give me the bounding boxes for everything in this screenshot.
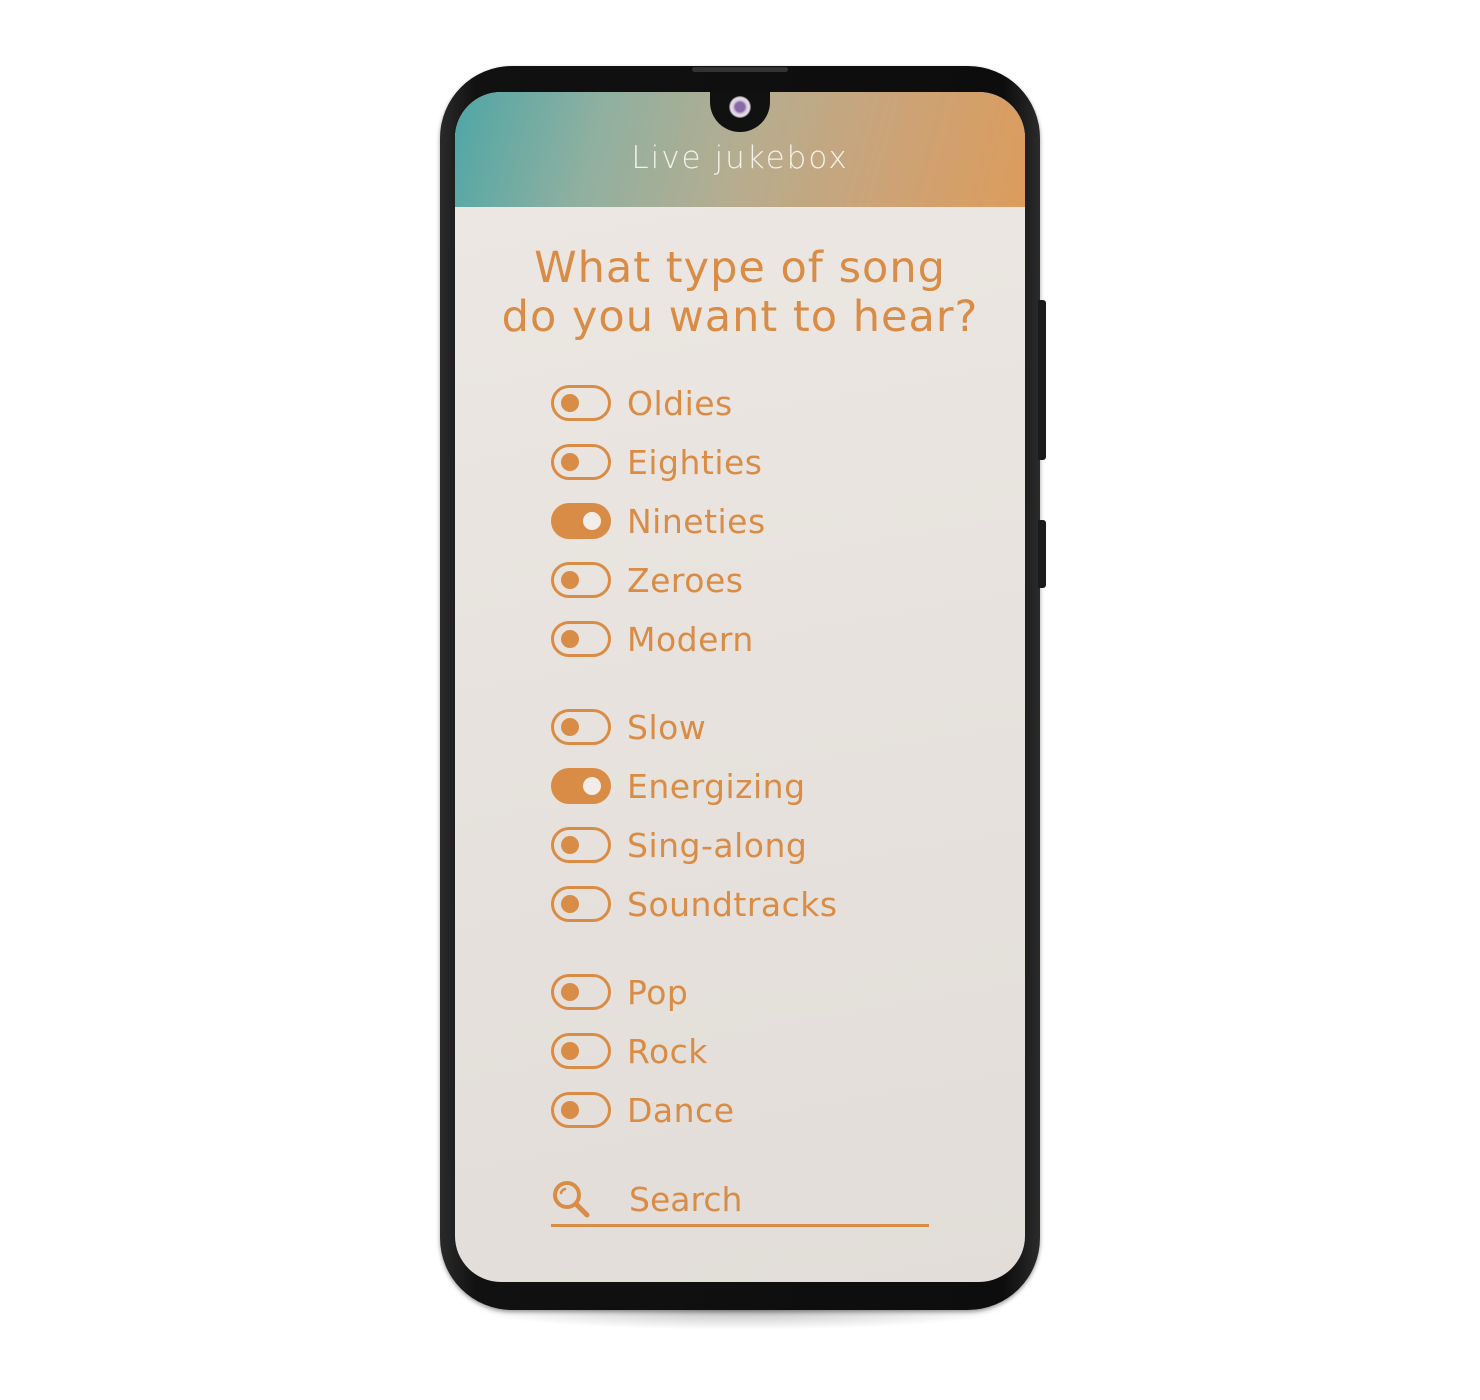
option-dance[interactable]: Dance: [551, 1090, 735, 1130]
toggle-switch[interactable]: [551, 974, 611, 1010]
volume-button: [1038, 300, 1046, 460]
option-modern[interactable]: Modern: [551, 619, 754, 659]
option-label: Sing-along: [627, 825, 808, 865]
toggle-switch[interactable]: [551, 768, 611, 804]
toggle-knob: [561, 571, 579, 589]
option-zeroes[interactable]: Zeroes: [551, 560, 743, 600]
toggle-knob: [561, 394, 579, 412]
option-label: Rock: [627, 1031, 708, 1071]
option-eighties[interactable]: Eighties: [551, 442, 762, 482]
option-soundtracks[interactable]: Soundtracks: [551, 884, 838, 924]
option-label: Zeroes: [627, 560, 744, 600]
option-label: Pop: [627, 972, 689, 1012]
option-label: Dance: [627, 1090, 735, 1130]
toggle-switch[interactable]: [551, 385, 611, 421]
toggle-knob: [583, 777, 601, 795]
option-label: Soundtracks: [627, 884, 838, 924]
search-bar[interactable]: [551, 1174, 929, 1227]
toggle-knob: [561, 630, 579, 648]
toggle-switch[interactable]: [551, 503, 611, 539]
toggle-knob: [561, 983, 579, 1001]
speaker-grille: [692, 67, 788, 72]
option-label: Eighties: [627, 442, 763, 482]
toggle-switch[interactable]: [551, 1033, 611, 1069]
option-pop[interactable]: Pop: [551, 972, 688, 1012]
toggle-knob: [561, 453, 579, 471]
option-rock[interactable]: Rock: [551, 1031, 708, 1071]
camera-icon: [729, 96, 751, 118]
toggle-knob: [561, 1042, 579, 1060]
toggle-switch[interactable]: [551, 1092, 611, 1128]
toggle-knob: [561, 1101, 579, 1119]
toggle-switch[interactable]: [551, 709, 611, 745]
toggle-switch[interactable]: [551, 886, 611, 922]
option-label: Slow: [627, 707, 707, 747]
option-label: Energizing: [627, 766, 806, 806]
power-button: [1038, 520, 1046, 588]
option-oldies[interactable]: Oldies: [551, 383, 733, 423]
option-label: Oldies: [627, 383, 733, 423]
toggle-switch[interactable]: [551, 827, 611, 863]
app-title: Live jukebox: [631, 140, 849, 176]
question-line-1: What type of song: [534, 243, 946, 293]
option-slow[interactable]: Slow: [551, 707, 706, 747]
question-heading: What type of song do you want to hear?: [455, 244, 1025, 342]
toggle-knob: [583, 512, 601, 530]
screen: Live jukebox What type of song do you wa…: [455, 92, 1025, 1282]
toggle-knob: [561, 895, 579, 913]
option-sing-along[interactable]: Sing-along: [551, 825, 807, 865]
option-energizing[interactable]: Energizing: [551, 766, 806, 806]
toggle-switch[interactable]: [551, 621, 611, 657]
toggle-knob: [561, 718, 579, 736]
option-label: Nineties: [627, 501, 766, 541]
toggle-switch[interactable]: [551, 562, 611, 598]
toggle-knob: [561, 836, 579, 854]
option-label: Modern: [627, 619, 754, 659]
question-line-2: do you want to hear?: [501, 292, 979, 342]
search-icon: [553, 1181, 590, 1218]
option-nineties[interactable]: Nineties: [551, 501, 766, 541]
toggle-switch[interactable]: [551, 444, 611, 480]
search-input[interactable]: [629, 1179, 919, 1219]
